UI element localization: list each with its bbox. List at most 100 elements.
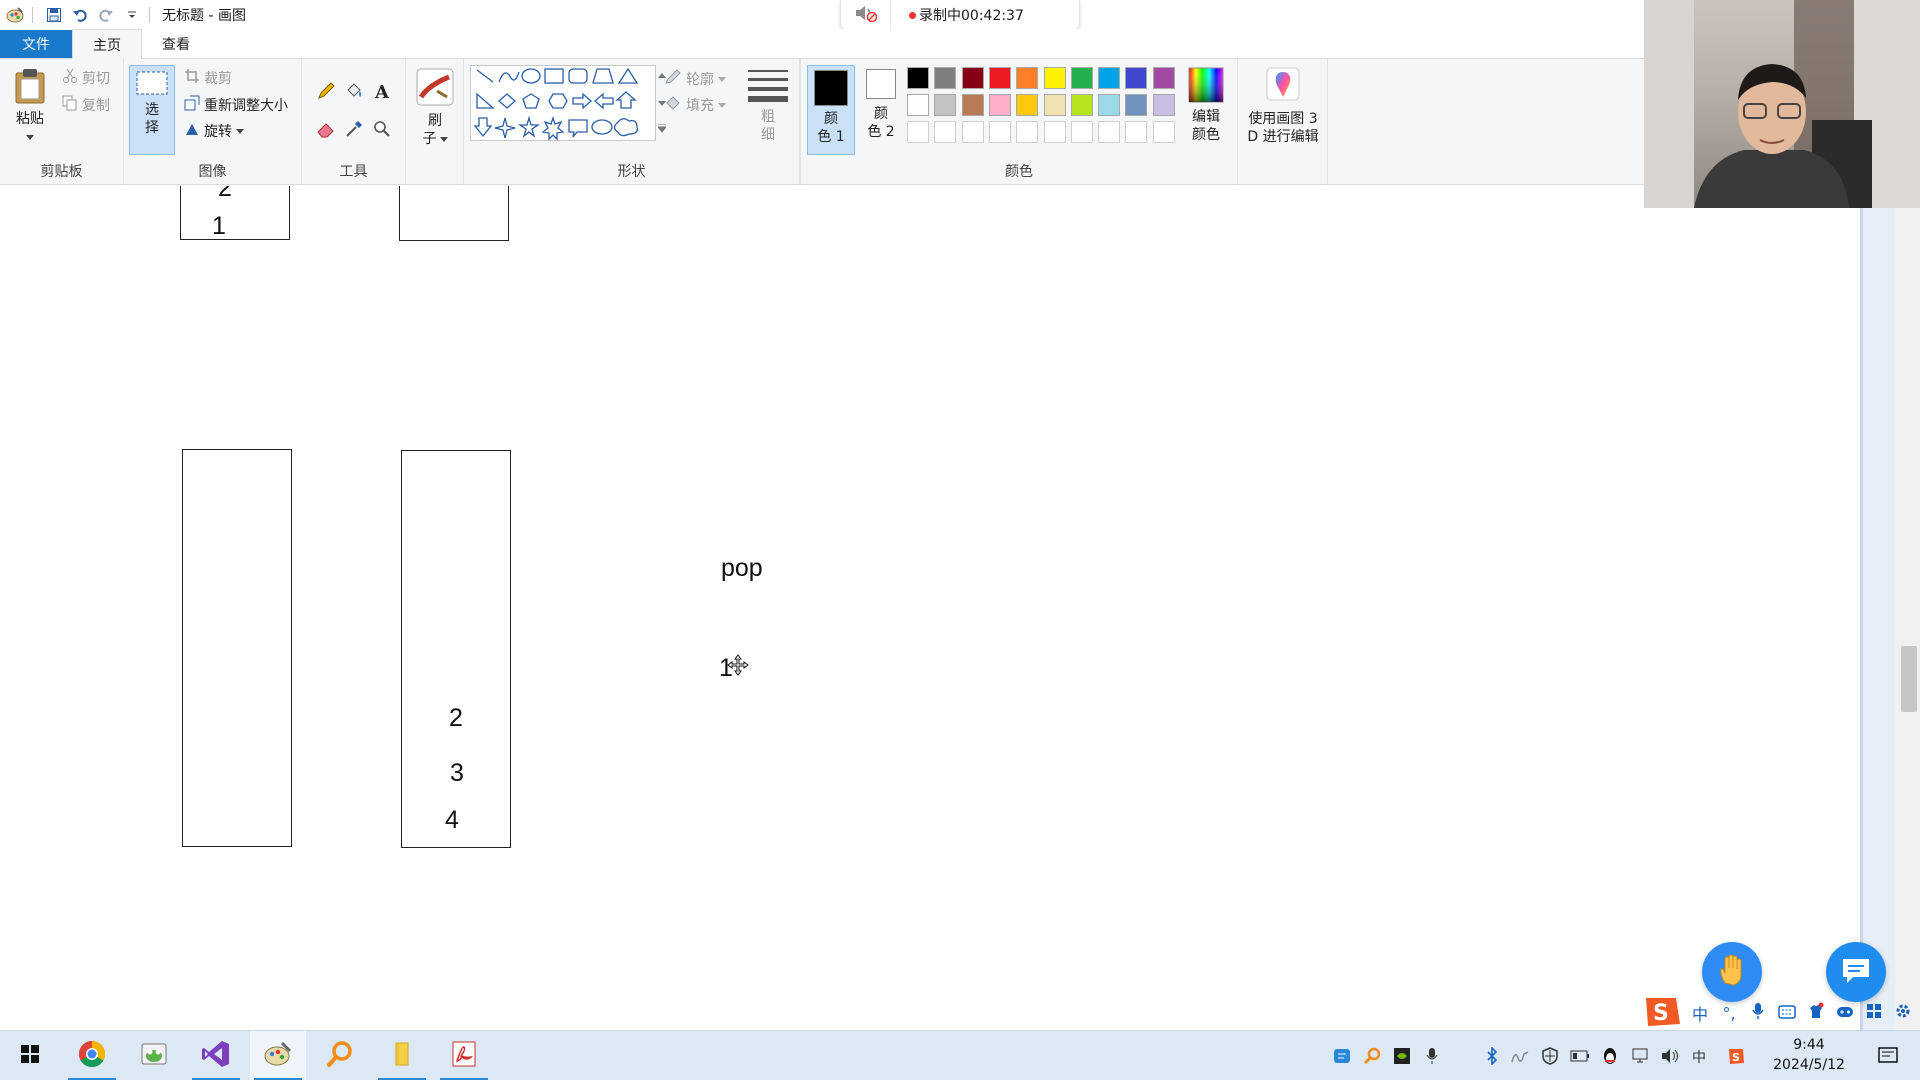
cut-button[interactable]: 剪切 bbox=[62, 68, 110, 88]
tab-view[interactable]: 查看 bbox=[142, 30, 210, 58]
toolbox-grid-icon[interactable] bbox=[1863, 1003, 1885, 1023]
palette-swatch[interactable] bbox=[934, 67, 957, 89]
rotate-button[interactable]: 旋转 bbox=[184, 121, 248, 141]
tab-file[interactable]: 文件 bbox=[0, 30, 72, 58]
input-method-icon[interactable]: 中 bbox=[1690, 1046, 1710, 1066]
color1-button[interactable]: 颜 色 1 bbox=[807, 65, 855, 155]
palette-swatch[interactable] bbox=[1125, 94, 1148, 116]
start-button[interactable] bbox=[2, 1031, 58, 1080]
tray-search-icon[interactable] bbox=[1362, 1046, 1382, 1066]
crop-button[interactable]: 裁剪 bbox=[184, 68, 232, 88]
taskbar-app-visual-studio[interactable] bbox=[188, 1031, 244, 1080]
eraser-icon[interactable] bbox=[314, 117, 338, 141]
tray-wave-icon[interactable] bbox=[1510, 1046, 1530, 1066]
taskbar-app-chrome[interactable] bbox=[64, 1031, 120, 1080]
palette-swatch[interactable] bbox=[1098, 94, 1121, 116]
taskbar-app-paint[interactable] bbox=[250, 1031, 306, 1080]
sogou-logo-icon[interactable]: S bbox=[1642, 994, 1682, 1032]
palette-swatch[interactable] bbox=[988, 67, 1011, 89]
expand-gallery-icon[interactable] bbox=[656, 121, 668, 137]
taskbar-app-tool[interactable] bbox=[126, 1031, 182, 1080]
brushes-button[interactable]: 刷 子 bbox=[410, 67, 460, 148]
copy-button[interactable]: 复制 bbox=[62, 95, 110, 115]
security-shield-icon[interactable] bbox=[1540, 1046, 1560, 1066]
color-picker-icon[interactable] bbox=[342, 117, 366, 141]
taskbar-app-pdf[interactable] bbox=[436, 1031, 492, 1080]
save-icon[interactable] bbox=[43, 4, 65, 26]
palette-swatch[interactable] bbox=[1098, 67, 1121, 89]
battery-icon[interactable] bbox=[1570, 1046, 1590, 1066]
raise-hand-button[interactable] bbox=[1702, 942, 1762, 1002]
bluetooth-icon[interactable] bbox=[1482, 1046, 1502, 1066]
notification-center-icon[interactable] bbox=[1878, 1046, 1898, 1066]
palette-swatch[interactable] bbox=[1152, 67, 1175, 89]
volume-icon[interactable] bbox=[1660, 1046, 1680, 1066]
qq-penguin-icon[interactable] bbox=[1600, 1046, 1620, 1066]
palette-swatch[interactable] bbox=[1016, 121, 1039, 143]
palette-swatch[interactable] bbox=[1043, 121, 1066, 143]
keyboard-icon[interactable] bbox=[1776, 1004, 1798, 1023]
palette-swatch[interactable] bbox=[907, 67, 929, 89]
palette-swatch[interactable] bbox=[1098, 121, 1121, 143]
palette-swatch[interactable] bbox=[1070, 121, 1093, 143]
vertical-scrollbar[interactable] bbox=[1863, 186, 1920, 1030]
pencil-icon[interactable] bbox=[314, 79, 338, 103]
settings-icon[interactable] bbox=[1892, 1003, 1914, 1023]
recording-indicator[interactable]: 录制中00:42:37 bbox=[840, 0, 1080, 31]
palette-swatch[interactable] bbox=[1016, 94, 1039, 116]
palette-swatch[interactable] bbox=[1043, 94, 1066, 116]
paint3d-button[interactable]: 使用画图 3 D 进行编辑 bbox=[1240, 67, 1326, 146]
redo-icon[interactable] bbox=[95, 4, 117, 26]
palette-swatch[interactable] bbox=[907, 121, 929, 143]
palette-swatch[interactable] bbox=[988, 94, 1011, 116]
fill-bucket-icon[interactable] bbox=[342, 79, 366, 103]
paste-button[interactable]: 粘贴 bbox=[8, 67, 52, 146]
customize-toolbar-chevron-icon[interactable] bbox=[121, 4, 143, 26]
tray-microphone-icon[interactable] bbox=[1422, 1046, 1442, 1066]
shapes-gallery[interactable] bbox=[470, 65, 656, 141]
tab-home[interactable]: 主页 bbox=[72, 29, 142, 59]
taskbar-clock[interactable]: 9:44 2024/5/12 bbox=[1764, 1035, 1854, 1075]
mute-button[interactable] bbox=[841, 0, 891, 30]
palette-swatch[interactable] bbox=[988, 121, 1011, 143]
network-icon[interactable] bbox=[1630, 1046, 1650, 1066]
magnifier-icon[interactable] bbox=[370, 117, 394, 141]
gamepad-icon[interactable] bbox=[1834, 1004, 1856, 1023]
drawing-canvas[interactable]: 2 1 2 3 4 pop 1 bbox=[5, 186, 1863, 1030]
fill-button[interactable]: 填充 bbox=[664, 95, 730, 115]
tray-nvidia-icon[interactable] bbox=[1392, 1046, 1412, 1066]
select-button[interactable]: 选 择 bbox=[129, 65, 175, 155]
palette-swatch[interactable] bbox=[1070, 94, 1093, 116]
palette-swatch[interactable] bbox=[1152, 94, 1175, 116]
color2-button[interactable]: 颜 色 2 bbox=[859, 69, 903, 141]
undo-icon[interactable] bbox=[69, 4, 91, 26]
palette-swatch[interactable] bbox=[934, 121, 957, 143]
taskbar-app-file-explorer[interactable] bbox=[374, 1031, 430, 1080]
size-button[interactable]: 粗 细 bbox=[744, 67, 792, 144]
palette-swatch[interactable] bbox=[1043, 67, 1066, 89]
skin-icon[interactable] bbox=[1805, 1002, 1827, 1024]
outline-button[interactable]: 轮廓 bbox=[664, 69, 730, 89]
tray-messenger-icon[interactable] bbox=[1332, 1046, 1352, 1066]
palette-swatch[interactable] bbox=[961, 121, 984, 143]
resize-button[interactable]: 重新调整大小 bbox=[184, 95, 288, 115]
microphone-icon[interactable] bbox=[1747, 1002, 1769, 1024]
edit-colors-button[interactable]: 编辑 颜色 bbox=[1181, 67, 1231, 144]
palette-swatch[interactable] bbox=[1070, 67, 1093, 89]
paint-app-icon[interactable] bbox=[4, 4, 26, 26]
palette-swatch[interactable] bbox=[1125, 67, 1148, 89]
palette-swatch[interactable] bbox=[1152, 121, 1175, 143]
chat-button[interactable] bbox=[1826, 942, 1886, 1002]
ime-language-toggle[interactable]: 中 bbox=[1689, 1001, 1711, 1025]
sogou-tray-icon[interactable]: S bbox=[1726, 1046, 1746, 1066]
palette-swatch[interactable] bbox=[1125, 121, 1148, 143]
punctuation-icon[interactable]: °, bbox=[1718, 1004, 1740, 1023]
scrollbar-thumb[interactable] bbox=[1901, 646, 1917, 712]
palette-swatch[interactable] bbox=[934, 94, 957, 116]
text-icon[interactable]: A bbox=[370, 79, 394, 103]
palette-swatch[interactable] bbox=[1016, 67, 1039, 89]
palette-swatch[interactable] bbox=[961, 94, 984, 116]
taskbar-app-search[interactable] bbox=[312, 1031, 368, 1080]
palette-swatch[interactable] bbox=[907, 94, 929, 116]
palette-swatch[interactable] bbox=[961, 67, 984, 89]
